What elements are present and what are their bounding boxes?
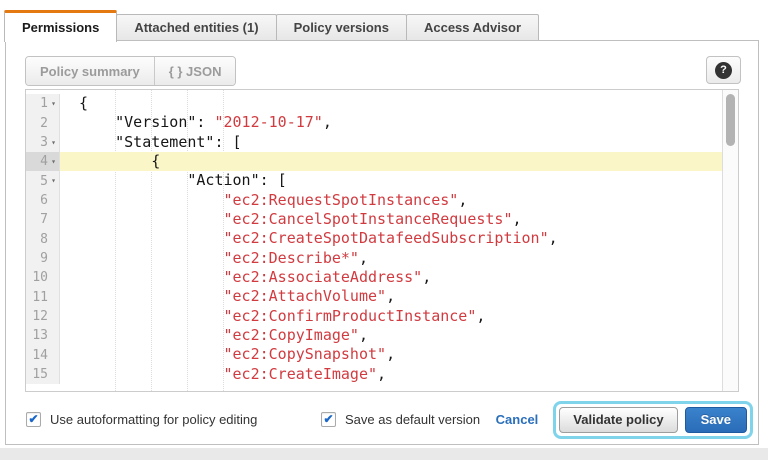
- editor-scrollbar[interactable]: [722, 90, 738, 391]
- view-toggle-group: Policy summary { } JSON: [25, 56, 236, 86]
- checkmark-icon: ✔: [323, 413, 333, 425]
- code-line: 15 "ec2:CreateImage",: [26, 365, 722, 384]
- code-line: 7 "ec2:CancelSpotInstanceRequests",: [26, 210, 722, 229]
- page-background-strip: [0, 448, 768, 460]
- checkmark-icon: ✔: [28, 413, 38, 425]
- save-button[interactable]: Save: [685, 407, 747, 433]
- line-number: 9: [26, 249, 60, 268]
- json-editor[interactable]: 1▾{2 "Version": "2012-10-17",3▾ "Stateme…: [25, 89, 739, 392]
- code-line: 2 "Version": "2012-10-17",: [26, 113, 722, 132]
- default-version-checkbox[interactable]: ✔: [321, 412, 336, 427]
- code-line: 4▾ {: [26, 152, 722, 171]
- policy-editor-page: Permissions Attached entities (1) Policy v…: [0, 0, 768, 460]
- line-number: 4▾: [26, 152, 60, 171]
- code-area: 1▾{2 "Version": "2012-10-17",3▾ "Stateme…: [26, 94, 722, 384]
- fold-arrow-icon[interactable]: ▾: [48, 152, 59, 171]
- policy-panel: Policy summary { } JSON ? 1▾{2 "Version"…: [5, 40, 759, 445]
- code-line: 9 "ec2:Describe*",: [26, 249, 722, 268]
- tab-permissions[interactable]: Permissions: [4, 10, 117, 42]
- help-button[interactable]: ?: [706, 56, 741, 84]
- line-number: 5▾: [26, 171, 60, 190]
- line-number: 1▾: [26, 94, 60, 113]
- tab-label: Attached entities (1): [134, 20, 258, 35]
- line-number: 14: [26, 345, 60, 364]
- code-line: 14 "ec2:CopySnapshot",: [26, 345, 722, 364]
- code-line: 10 "ec2:AssociateAddress",: [26, 268, 722, 287]
- code-line: 11 "ec2:AttachVolume",: [26, 287, 722, 306]
- code-line: 1▾{: [26, 94, 722, 113]
- line-number: 3▾: [26, 133, 60, 152]
- help-icon: ?: [715, 62, 732, 79]
- fold-arrow-icon[interactable]: ▾: [48, 133, 59, 152]
- tab-label: Access Advisor: [424, 20, 521, 35]
- footer-actions: Cancel Validate policy Save: [496, 398, 753, 441]
- line-number: 7: [26, 210, 60, 229]
- code-line: 5▾ "Action": [: [26, 171, 722, 190]
- tab-attached-entities[interactable]: Attached entities (1): [116, 14, 276, 40]
- line-number: 11: [26, 287, 60, 306]
- line-number: 2: [26, 113, 60, 132]
- line-number: 10: [26, 268, 60, 287]
- tab-access-advisor[interactable]: Access Advisor: [406, 14, 539, 40]
- code-line: 8 "ec2:CreateSpotDatafeedSubscription",: [26, 229, 722, 248]
- code-line: 6 "ec2:RequestSpotInstances",: [26, 191, 722, 210]
- scrollbar-thumb[interactable]: [726, 94, 735, 146]
- tab-label: Permissions: [22, 20, 99, 35]
- autoformat-label: Use autoformatting for policy editing: [50, 412, 257, 427]
- autoformat-option: ✔ Use autoformatting for policy editing: [26, 398, 257, 441]
- cancel-link[interactable]: Cancel: [496, 412, 539, 427]
- tab-label: Policy versions: [294, 20, 389, 35]
- fold-arrow-icon[interactable]: ▾: [48, 94, 59, 113]
- line-number: 8: [26, 229, 60, 248]
- json-view-button[interactable]: { } JSON: [154, 57, 236, 85]
- line-number: 6: [26, 191, 60, 210]
- policy-summary-button[interactable]: Policy summary: [26, 57, 154, 85]
- fold-arrow-icon[interactable]: ▾: [48, 171, 59, 190]
- line-number: 13: [26, 326, 60, 345]
- line-number: 12: [26, 307, 60, 326]
- tab-policy-versions[interactable]: Policy versions: [276, 14, 407, 40]
- line-number: 15: [26, 365, 60, 384]
- default-version-option: ✔ Save as default version: [321, 398, 480, 441]
- tab-bar: Permissions Attached entities (1) Policy v…: [5, 10, 539, 41]
- autoformat-checkbox[interactable]: ✔: [26, 412, 41, 427]
- default-version-label: Save as default version: [345, 412, 480, 427]
- code-line: 12 "ec2:ConfirmProductInstance",: [26, 307, 722, 326]
- code-line: 3▾ "Statement": [: [26, 133, 722, 152]
- code-line: 13 "ec2:CopyImage",: [26, 326, 722, 345]
- validate-policy-button[interactable]: Validate policy: [559, 407, 677, 433]
- primary-actions-focus-group: Validate policy Save: [553, 401, 753, 439]
